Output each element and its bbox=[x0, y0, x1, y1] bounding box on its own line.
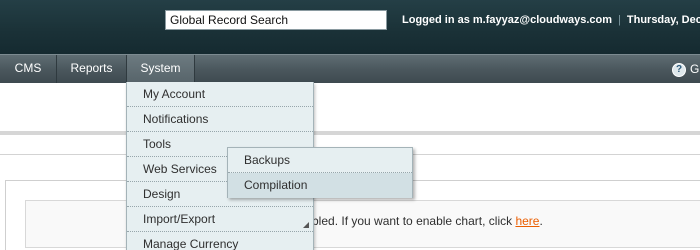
notice-message: bled. If you want to enable chart, click bbox=[312, 214, 516, 228]
help-link[interactable]: ? G bbox=[672, 61, 699, 77]
admin-header: Logged in as m.fayyaz@cloudways.com | Thur… bbox=[0, 0, 700, 54]
tools-submenu: Backups Compilation bbox=[227, 147, 413, 198]
nav-reports-label: Reports bbox=[70, 61, 113, 75]
menu-item-notifications[interactable]: Notifications bbox=[127, 107, 313, 132]
user-info: Logged in as m.fayyaz@cloudways.com | Thur… bbox=[402, 13, 700, 29]
menu-item-my-account[interactable]: My Account bbox=[127, 82, 313, 107]
page-band bbox=[0, 83, 700, 131]
nav-cms[interactable]: CMS bbox=[0, 55, 57, 83]
nav-reports[interactable]: Reports bbox=[57, 55, 127, 83]
submenu-item-backups[interactable]: Backups bbox=[228, 148, 412, 173]
menu-item-manage-currency[interactable]: Manage Currency bbox=[127, 232, 313, 250]
global-search-input[interactable] bbox=[165, 10, 387, 30]
main-nav: CMS Reports System ? G bbox=[0, 54, 700, 83]
submenu-item-compilation[interactable]: Compilation bbox=[228, 173, 412, 198]
nav-cms-label: CMS bbox=[14, 61, 42, 75]
nav-system[interactable]: System bbox=[127, 55, 195, 83]
chart-notice-text: bled. If you want to enable chart, click… bbox=[312, 213, 543, 229]
divider bbox=[0, 131, 700, 135]
logged-in-text: Logged in as m.fayyaz@cloudways.com bbox=[402, 14, 613, 26]
notice-end: . bbox=[539, 214, 543, 228]
help-label: G bbox=[690, 62, 700, 76]
submenu-arrow-icon bbox=[303, 222, 309, 228]
nav-system-label: System bbox=[140, 61, 181, 75]
enable-chart-link[interactable]: here bbox=[515, 214, 539, 228]
header-separator: | bbox=[618, 14, 621, 26]
menu-item-import-export[interactable]: Import/Export bbox=[127, 207, 313, 232]
help-icon: ? bbox=[672, 62, 686, 77]
menu-item-import-export-label: Import/Export bbox=[143, 212, 216, 226]
header-date: Thursday, Decem bbox=[626, 14, 700, 26]
